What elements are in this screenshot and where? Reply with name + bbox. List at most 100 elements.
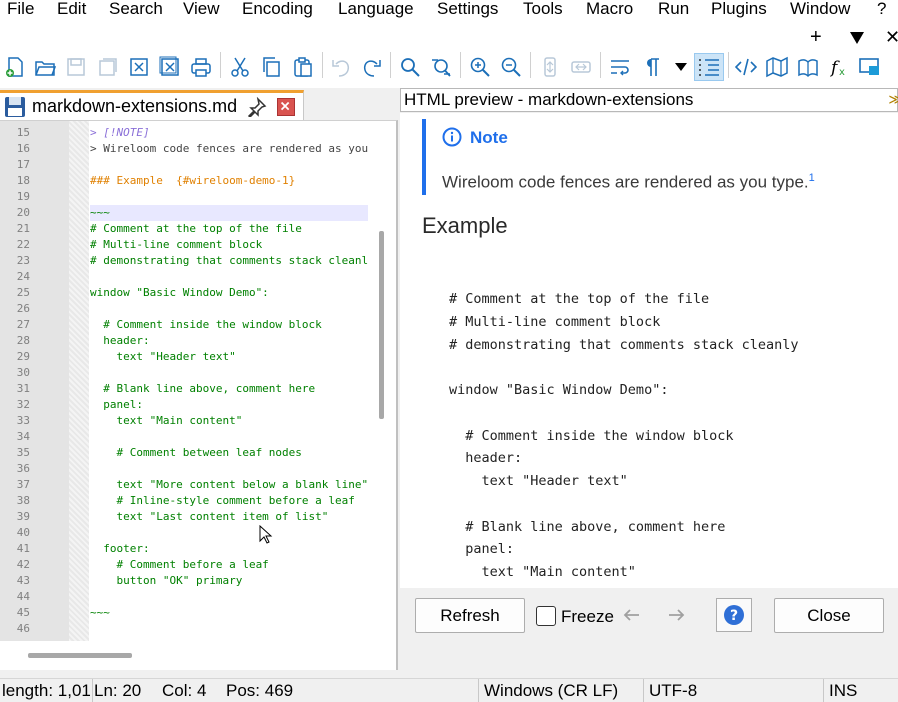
toolbar: + ✕ f x <box>0 22 898 88</box>
menu-run[interactable]: Run <box>658 0 689 20</box>
code-line[interactable]: > [!NOTE] <box>90 125 368 141</box>
horizontal-scrollbar-thumb[interactable] <box>28 653 132 658</box>
code-line[interactable]: ### Example {#wireloom-demo-1} <box>90 173 368 189</box>
freeze-checkbox[interactable] <box>536 606 556 626</box>
redo-icon[interactable] <box>360 55 384 79</box>
open-book-icon[interactable] <box>796 55 820 79</box>
code-view-icon[interactable] <box>734 55 758 79</box>
code-line[interactable]: # demonstrating that comments stack clea… <box>90 253 368 269</box>
line-number: 33 <box>16 414 30 427</box>
replace-icon[interactable] <box>429 55 453 79</box>
line-number: 37 <box>16 478 30 491</box>
freeze-label: Freeze <box>561 607 614 626</box>
menu-plugins[interactable]: Plugins <box>711 0 767 20</box>
new-tab-icon[interactable]: + <box>810 26 822 48</box>
close-tab-icon[interactable] <box>277 98 295 116</box>
cut-icon[interactable] <box>228 55 252 79</box>
show-all-characters-icon[interactable] <box>640 55 664 79</box>
code-line[interactable]: text "More content below a blank line" <box>90 477 368 493</box>
code-editor[interactable]: 15 > [!NOTE] 16 > Wireloom code fences are … <box>0 120 398 670</box>
menu-encoding[interactable]: Encoding <box>242 0 313 20</box>
preview-code-line: window "Basic Window Demo": <box>449 382 669 398</box>
code-line[interactable]: footer: <box>90 541 368 557</box>
preview-code-line: text "Header text" <box>449 473 628 489</box>
word-wrap-icon[interactable] <box>608 55 632 79</box>
indent-guide-icon[interactable] <box>694 53 724 81</box>
pin-icon[interactable] <box>247 97 267 117</box>
chevron-right-icon[interactable]: ≫ <box>888 91 898 108</box>
code-line[interactable]: text "Main content" <box>90 413 368 429</box>
paste-icon[interactable] <box>291 55 315 79</box>
code-line[interactable]: ~~~ <box>90 205 368 221</box>
code-line[interactable]: # Blank line above, comment here <box>90 381 368 397</box>
menu-search[interactable]: Search <box>109 0 163 20</box>
forward-arrow-icon[interactable] <box>658 598 694 632</box>
save-icon[interactable] <box>64 55 88 79</box>
code-line[interactable]: window "Basic Window Demo": <box>90 285 368 301</box>
new-file-icon[interactable] <box>3 55 27 79</box>
line-number: 45 <box>16 606 30 619</box>
tab-label: markdown-extensions.md <box>32 96 238 116</box>
line-number: 22 <box>16 238 30 251</box>
undo-icon[interactable] <box>329 55 353 79</box>
code-line[interactable]: # Comment at the top of the file <box>90 221 368 237</box>
print-icon[interactable] <box>189 55 213 79</box>
monitor-icon[interactable] <box>858 55 882 79</box>
close-file-icon[interactable] <box>127 55 151 79</box>
menu-edit[interactable]: Edit <box>57 0 86 20</box>
sync-horizontal-icon[interactable] <box>569 55 593 79</box>
back-arrow-icon[interactable] <box>614 598 650 632</box>
code-line[interactable]: # Multi-line comment block <box>90 237 368 253</box>
preview-code-line: # Multi-line comment block <box>449 313 661 330</box>
menu-window[interactable]: Window <box>790 0 850 20</box>
zoom-in-icon[interactable] <box>468 55 492 79</box>
code-line[interactable]: text "Last content item of list" <box>90 509 368 525</box>
close-all-icon[interactable] <box>158 55 182 79</box>
menu-help[interactable]: ? <box>877 0 886 20</box>
menu-language[interactable]: Language <box>338 0 414 20</box>
sync-vertical-icon[interactable] <box>538 55 562 79</box>
preview-code-line: panel: <box>449 541 515 558</box>
line-number: 32 <box>16 398 30 411</box>
close-window-icon[interactable]: ✕ <box>885 26 898 48</box>
code-line[interactable]: text "Header text" <box>90 349 368 365</box>
line-number: 39 <box>16 510 30 523</box>
menu-file[interactable]: File <box>7 0 34 20</box>
status-eol: Windows (CR LF) <box>484 681 619 700</box>
find-icon[interactable] <box>398 55 422 79</box>
menu-view[interactable]: View <box>183 0 220 20</box>
refresh-button[interactable]: Refresh <box>415 598 525 633</box>
code-line[interactable]: > Wireloom code fences are rendered as y… <box>90 141 368 157</box>
footnote-reference[interactable]: 1 <box>809 172 815 184</box>
code-line[interactable]: button "OK" primary <box>90 573 368 589</box>
status-insert-mode: INS <box>829 681 858 700</box>
open-folder-icon[interactable] <box>33 55 57 79</box>
show-all-dropdown-icon[interactable] <box>675 63 687 71</box>
code-line[interactable]: # Inline-style comment before a leaf <box>90 493 368 509</box>
line-number: 42 <box>16 558 30 571</box>
menu-tools[interactable]: Tools <box>523 0 563 20</box>
code-line[interactable]: # Comment inside the window block <box>90 317 368 333</box>
note-callout: Note Wireloom code fences are rendered a… <box>422 119 882 195</box>
code-line[interactable]: # Comment between leaf nodes <box>90 445 368 461</box>
menu-macro[interactable]: Macro <box>586 0 633 20</box>
close-button[interactable]: Close <box>774 598 884 633</box>
code-line[interactable]: # Comment before a leaf <box>90 557 368 573</box>
save-all-icon[interactable] <box>95 55 119 79</box>
copy-icon[interactable] <box>259 55 283 79</box>
code-line[interactable]: ~~~ <box>90 605 368 621</box>
zoom-out-icon[interactable] <box>499 55 523 79</box>
line-number: 19 <box>16 190 30 203</box>
code-line[interactable]: header: <box>90 333 368 349</box>
document-map-icon[interactable] <box>765 55 789 79</box>
code-line[interactable]: panel: <box>90 397 368 413</box>
status-col: Col: 4 <box>162 681 207 700</box>
note-label: Note <box>470 128 508 147</box>
help-button[interactable]: ? <box>716 598 752 632</box>
line-number: 34 <box>16 430 30 443</box>
vertical-scrollbar-thumb[interactable] <box>379 231 384 419</box>
menu-settings[interactable]: Settings <box>437 0 498 20</box>
function-list-icon[interactable]: fx <box>828 55 852 79</box>
tab-markdown-extensions[interactable]: markdown-extensions.md <box>0 90 304 120</box>
dropdown-arrow-icon[interactable] <box>850 32 864 44</box>
